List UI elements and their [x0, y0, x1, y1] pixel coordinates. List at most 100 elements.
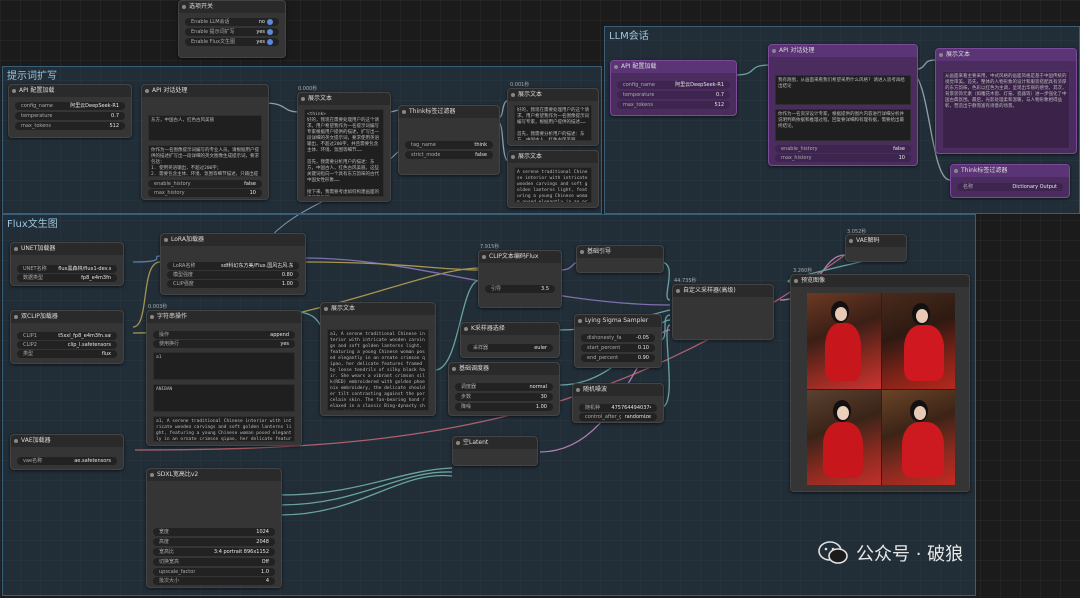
widget-steps[interactable]: 步数 30 [455, 393, 553, 401]
widget-tag-name[interactable]: tag_name think [405, 141, 493, 149]
widget-batch-size[interactable]: 批次大小 4 [153, 577, 275, 585]
node-title: 展示文本 [508, 89, 598, 101]
node-api-chat[interactable]: API 对话处理 东方，中国古人，红色古风美丽 你作为一名图像提示词编写的专业人… [141, 84, 269, 200]
node-llm-display[interactable]: 展示文本 从画面来看主要采用，中式风格的画面风格是基于中国传统的视觉审美。首先，… [935, 48, 1077, 154]
textarea-user-input[interactable]: 我有跑图，从画面来看我们希望采用什么风格? 请进入思考再给出结论 [775, 75, 911, 105]
widget-control-after-generate[interactable]: control_after_generaterandomize [579, 413, 657, 421]
widget-aspect-ratio[interactable]: 宽高比 3:4 portrait 896x1152 [153, 548, 275, 556]
node-display-text-2[interactable]: 展示文本 好的，我现在需要处理用户的这个请求。用户希望我作为一名图像提示词编写专… [507, 88, 599, 146]
widget-clip-type[interactable]: 类型 flux [17, 350, 117, 358]
textarea-user-input[interactable]: 东方，中国古人，红色古风美丽 [148, 115, 262, 141]
widget-max-history[interactable]: max_history 10 [148, 189, 262, 197]
node-think-filter[interactable]: Think标签过滤器 tag_name think strict_mode fals… [398, 105, 500, 175]
node-llm-think-filter[interactable]: Think标签过滤器 名称 Dictionary Output [950, 164, 1070, 198]
node-title: 预览图像 [791, 275, 969, 287]
widget-max-history[interactable]: max_history 10 [775, 154, 911, 162]
node-random-noise[interactable]: 随机噪波 随机种475764494037419 control_after_ge… [572, 383, 664, 423]
display-text-area[interactable]: <think> 好的，我现在需要处理用户的这个请求。用户希望我作为一名提示词编写… [304, 109, 384, 197]
node-api-config-loader[interactable]: API 配置加载 config_name 阿里云DeepSeek-R1 tempe… [8, 84, 132, 138]
widget-clip1[interactable]: CLIP1t5xxl_fp8_e4m3fn.safetensors [17, 332, 117, 340]
widget-strict-mode[interactable]: strict_mode false [405, 151, 493, 159]
node-title: SDXL宽高比v2 [147, 469, 281, 481]
node-lying-sigma-sampler[interactable]: Lying Sigma Sampler dishonesty_factor-0.… [574, 314, 662, 368]
node-custom-sampler-advanced[interactable]: 自定义采样器(高级) [672, 284, 774, 340]
preview-image[interactable] [881, 389, 955, 485]
toggle-enable-flux[interactable]: Enable Flux文生图 yes [185, 38, 279, 46]
node-options[interactable]: 选项开关 Enable LLM会话 no Enable 提示词扩写 yes Enab… [178, 0, 286, 58]
display-text-area[interactable]: A serene traditional Chinese interior wi… [514, 167, 592, 203]
widget-clip-strength[interactable]: CLIP强度 1.00 [167, 280, 299, 288]
display-text-area[interactable]: 好的，我现在需要处理用户的这个请求。用户希望我作为一名图像提示词编写专家，根据用… [514, 105, 592, 141]
node-title: Think标签过滤器 [951, 165, 1069, 177]
node-display-text-3[interactable]: 展示文本 A serene traditional Chinese interi… [507, 150, 599, 208]
widget-swap-dimensions[interactable]: 切换宽高 Off [153, 558, 275, 566]
node-preview-image[interactable]: 预览图像 [790, 274, 970, 492]
widget-config-name[interactable]: config_name 阿里云DeepSeek-R1 [15, 102, 125, 110]
node-vae-decode[interactable]: VAE解码 [845, 234, 907, 262]
node-lora-loader[interactable]: LoRA加载器 LoRA名称sdf科幻东方美/Flux.国风古风.东方时代红宫女… [160, 233, 306, 295]
widget-vae-name[interactable]: vae名称 ae.safetensors [17, 457, 117, 465]
textarea-system-prompt[interactable]: 你作为一名图像提示词编写的专业人员。请根据用户提供的描述扩写出一段详细的英文图像… [148, 145, 262, 177]
preview-image[interactable] [881, 293, 955, 389]
toggle-enable-prompt[interactable]: Enable 提示词扩写 yes [185, 28, 279, 36]
display-text-area[interactable]: a1, A serene traditional Chinese interio… [327, 329, 429, 411]
widget-max-tokens[interactable]: max_tokens 512 [15, 122, 125, 130]
widget-enable-history[interactable]: enable_history false [148, 180, 262, 188]
textarea-string-a[interactable]: a1 [153, 352, 295, 380]
output-string-text[interactable]: a1, A serene traditional Chinese interio… [153, 416, 295, 442]
node-basic-scheduler[interactable]: 基础调度器 调度器 normal 步数 30 降噪 1.00 [448, 362, 560, 416]
node-vae-loader[interactable]: VAE加载器 vae名称 ae.safetensors [10, 434, 124, 470]
textarea-system-prompt[interactable]: 你作为一名资深设计专家，根据提供的图片内容进行详细分析并说明判断依据和推理过程。… [775, 109, 911, 141]
preview-image[interactable] [807, 293, 881, 389]
widget-dishonesty-factor[interactable]: dishonesty_factor-0.05 [581, 334, 655, 342]
group-title: LLM会话 [609, 31, 649, 42]
widget-end-percent[interactable]: end_percent 0.90 [581, 354, 655, 362]
textarea-string-b[interactable]: ANIBAN [153, 384, 295, 412]
node-basic-guider[interactable]: 基础引导 [576, 245, 664, 273]
widget-upscale-factor[interactable]: upscale_factor 1.0 [153, 568, 275, 576]
node-clip-text-encode-flux[interactable]: CLIP文本编码Flux 引导 3.5 [478, 250, 562, 308]
widget-scheduler[interactable]: 调度器 normal [455, 383, 553, 391]
widget-dict-output[interactable]: 名称 Dictionary Output [957, 183, 1063, 191]
node-unet-loader[interactable]: UNET加载器 UNET名称 flux黑森林/flux1-dev.sft 数据类型… [10, 242, 124, 286]
preview-image[interactable] [807, 389, 881, 485]
widget-denoise[interactable]: 降噪 1.00 [455, 403, 553, 411]
toggle-enable-llm[interactable]: Enable LLM会话 no [185, 18, 279, 26]
node-llm-api-chat[interactable]: API 对话处理 我有跑图，从画面来看我们希望采用什么风格? 请进入思考再给出结… [768, 44, 918, 166]
node-sdxl-resolution[interactable]: SDXL宽高比v2 宽度 1024 高度 2048 宽高比 3:4 portrait … [146, 468, 282, 588]
node-llm-api-loader[interactable]: API 配置加载 config_name 阿里云DeepSeek-R1 tempe… [610, 60, 737, 116]
node-display-text-1[interactable]: 展示文本 <think> 好的，我现在需要处理用户的这个请求。用户希望我作为一名… [297, 92, 391, 202]
node-title: API 对话处理 [769, 45, 917, 57]
widget-width[interactable]: 宽度 1024 [153, 528, 275, 536]
node-title: Lying Sigma Sampler [575, 315, 661, 327]
node-string-operation[interactable]: 字符串操作 操作 append 使用换行 yes a1 ANIBAN a1, A s… [146, 310, 302, 446]
widget-height[interactable]: 高度 2048 [153, 538, 275, 546]
widget-config-name[interactable]: config_name 阿里云DeepSeek-R1 [617, 81, 730, 89]
widget-use-newline[interactable]: 使用换行 yes [153, 340, 295, 348]
widget-temperature[interactable]: temperature 0.7 [617, 91, 730, 99]
widget-weight-dtype[interactable]: 数据类型 fp8_e4m3fn [17, 274, 117, 282]
widget-clip2[interactable]: CLIP2 clip_l.safetensors [17, 341, 117, 349]
widget-noise-seed[interactable]: 随机种475764494037419 [579, 404, 657, 412]
node-dual-clip-loader[interactable]: 双CLIP加载器 CLIP1t5xxl_fp8_e4m3fn.safetenso… [10, 310, 124, 364]
node-title: 字符串操作 [147, 311, 301, 323]
widget-start-percent[interactable]: start_percent 0.10 [581, 344, 655, 352]
node-empty-latent[interactable]: 空Latent [452, 436, 538, 466]
node-title: CLIP文本编码Flux [479, 251, 561, 263]
node-title: Think标签过滤器 [399, 106, 499, 118]
preview-grid [807, 293, 955, 485]
display-text-area[interactable]: 从画面来看主要采用，中式风格的画面风格是基于中国传统的视觉审美。首先，整体的人物… [942, 71, 1070, 149]
widget-sampler-name[interactable]: 采样器 euler [467, 344, 553, 352]
widget-max-tokens[interactable]: max_tokens 512 [617, 101, 730, 109]
widget-guidance[interactable]: 引导 3.5 [485, 285, 555, 293]
widget-unet-name[interactable]: UNET名称 flux黑森林/flux1-dev.sft [17, 265, 117, 273]
node-ksampler-select[interactable]: K采样器选择 采样器 euler [460, 322, 560, 358]
widget-model-strength[interactable]: 模型强度 0.80 [167, 271, 299, 279]
widget-operation[interactable]: 操作 append [153, 331, 295, 339]
widget-enable-history[interactable]: enable_history false [775, 145, 911, 153]
widget-lora-name[interactable]: LoRA名称sdf科幻东方美/Flux.国风古风.东方时代红宫女.s [167, 262, 299, 270]
widget-temperature[interactable]: temperature 0.7 [15, 112, 125, 120]
node-title: 双CLIP加载器 [11, 311, 123, 323]
node-title: 展示文本 [508, 151, 598, 163]
node-display-text-4[interactable]: 展示文本 a1, A serene traditional Chinese in… [320, 302, 436, 416]
